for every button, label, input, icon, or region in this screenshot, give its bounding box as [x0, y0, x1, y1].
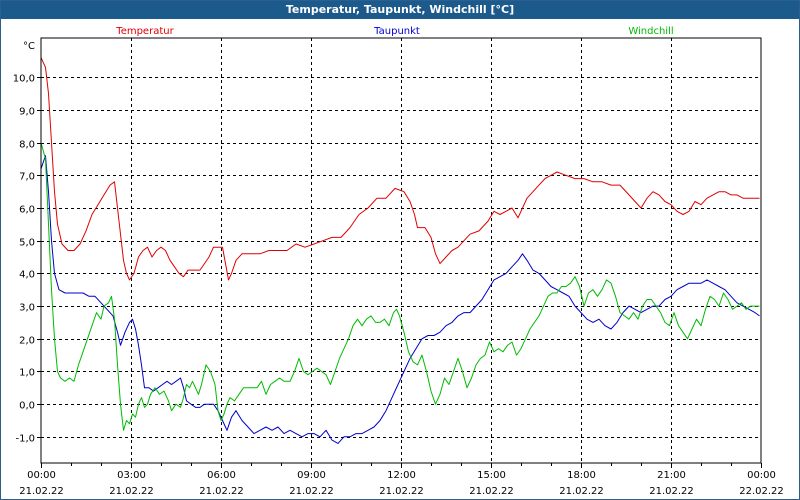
y-tick-label: 5,0: [19, 238, 35, 249]
chart-plot: -1,0 0,0 1,0 2,0 3,0 4,0 5,0 6,0 7,0 8,0 9,0 10,0 °C…: [13, 26, 784, 497]
y-axis-unit: °C: [23, 41, 35, 52]
y-tick-label: -1,0: [15, 434, 35, 445]
x-tick-date: 21.02.22: [289, 486, 334, 497]
x-tick-time: 03:00: [117, 470, 146, 481]
y-tick-label: 6,0: [19, 205, 35, 216]
x-tick-date: 21.02.22: [649, 486, 694, 497]
x-tick-date: 21.02.22: [469, 486, 514, 497]
x-tick-time: 09:00: [297, 470, 326, 481]
x-tick-time: 00:00: [747, 470, 776, 481]
y-tick-label: 7,0: [19, 172, 35, 183]
y-tick-label: 9,0: [19, 107, 35, 118]
x-tick-date: 21.02.22: [199, 486, 244, 497]
y-tick-label: 2,0: [19, 336, 35, 347]
x-tick-time: 15:00: [477, 470, 506, 481]
x-tick-date: 21.02.22: [19, 486, 64, 497]
x-tick-time: 21:00: [657, 470, 686, 481]
legend-label-windchill: Windchill: [628, 26, 673, 37]
y-tick-label: 10,0: [13, 74, 35, 85]
x-tick-time: 00:00: [27, 470, 56, 481]
y-tick-label: 3,0: [19, 303, 35, 314]
chart-window: Temperatur, Taupunkt, Windchill [°C] -1,…: [0, 0, 800, 500]
series-line-temperatur: [40, 57, 760, 281]
x-tick-date: 21.02.22: [379, 486, 424, 497]
x-tick-time: 06:00: [207, 470, 236, 481]
x-tick-time: 18:00: [567, 470, 596, 481]
legend-label-temperatur: Temperatur: [115, 26, 174, 37]
series-line-windchill: [40, 142, 760, 431]
x-tick-time: 12:00: [387, 470, 416, 481]
legend-label-taupunkt: Taupunkt: [373, 26, 420, 37]
y-tick-label: 4,0: [19, 270, 35, 281]
x-tick-date: 21.02.22: [109, 486, 154, 497]
x-tick-date: 22.02.22: [739, 486, 784, 497]
y-tick-label: 1,0: [19, 368, 35, 379]
y-tick-label: 8,0: [19, 140, 35, 151]
y-tick-label: 0,0: [19, 401, 35, 412]
x-tick-date: 21.02.22: [559, 486, 604, 497]
